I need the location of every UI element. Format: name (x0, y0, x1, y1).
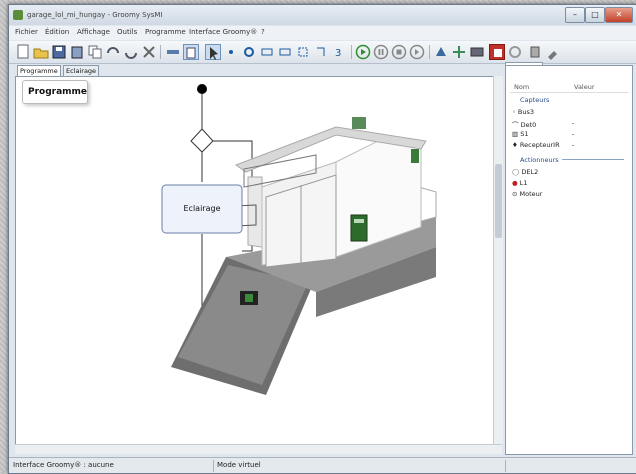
undo-icon[interactable] (105, 44, 121, 60)
variable-value: - (572, 141, 575, 149)
menu-fichier[interactable]: Fichier (15, 28, 38, 36)
program-canvas[interactable]: Programme Eclairage (15, 76, 495, 446)
variable-row[interactable]: ⌒ Det0 (512, 119, 536, 129)
variables-panel: Nom Valeur Capteurs ◦ Bus3 ⌒ Det0 - ▥ S1… (505, 65, 633, 455)
play-icon[interactable] (355, 44, 371, 60)
garage-model-illustration (171, 117, 437, 395)
variable-value: - (572, 119, 575, 127)
scroll-thumb[interactable] (495, 164, 502, 238)
variable-row[interactable]: ▥ S1 (512, 130, 528, 138)
pause-icon[interactable] (373, 44, 389, 60)
variable-row[interactable]: ● L1 (512, 179, 528, 187)
pointer-tool-icon[interactable] (205, 44, 221, 60)
status-bar: Interface Groomy® : aucune Mode virtuel (9, 457, 636, 473)
new-file-icon[interactable] (15, 44, 31, 60)
robot-icon[interactable] (527, 44, 543, 60)
column-value[interactable]: Valeur (574, 83, 595, 91)
app-icon (13, 10, 23, 20)
link-block-icon[interactable] (313, 44, 329, 60)
test-block-icon[interactable] (277, 44, 293, 60)
switch-icon: ▥ (512, 130, 521, 138)
record-icon[interactable] (489, 44, 505, 60)
menu-edition[interactable]: Édition (45, 28, 69, 36)
toolbar-separator (351, 45, 352, 59)
ir-receiver-icon: ♦ (512, 141, 520, 149)
toolbar: 3 (9, 41, 636, 64)
dot-tool-icon[interactable] (223, 44, 239, 60)
open-folder-icon[interactable] (33, 44, 49, 60)
decision-node[interactable] (190, 128, 214, 153)
minimize-button[interactable]: – (565, 7, 585, 23)
menu-programme[interactable]: Programme (145, 28, 186, 36)
start-node[interactable] (197, 84, 207, 94)
canvas-horizontal-scrollbar[interactable] (15, 444, 502, 454)
actuators-group[interactable]: Actionneurs (520, 156, 559, 164)
status-mode: Mode virtuel (217, 461, 261, 469)
maximize-button[interactable]: □ (585, 7, 605, 23)
action-block-label: Eclairage (183, 204, 221, 213)
save-as-icon[interactable] (69, 44, 85, 60)
loop-block-icon[interactable] (295, 44, 311, 60)
interface-icon[interactable] (469, 44, 485, 60)
canvas-vertical-scrollbar[interactable] (493, 76, 503, 444)
sensors-group[interactable]: Capteurs (520, 96, 549, 104)
start-block-icon[interactable] (241, 44, 257, 60)
tools-icon[interactable] (545, 44, 561, 60)
toolbar-separator (160, 45, 161, 59)
led-icon: ◯ (512, 168, 522, 176)
action-block-icon[interactable] (259, 44, 275, 60)
column-name[interactable]: Nom (514, 83, 529, 91)
detector-icon: ⌒ (512, 121, 521, 129)
menu-outils[interactable]: Outils (117, 28, 137, 36)
close-button[interactable]: ✕ (605, 7, 633, 23)
status-interface: Interface Groomy® : aucune (13, 461, 114, 469)
variable-row[interactable]: ♦ RecepteurIR (512, 141, 560, 149)
variable-row[interactable]: ◯ DEL2 (512, 168, 538, 176)
stop-icon[interactable] (391, 44, 407, 60)
window-title: garage_lol_mi_hungay - Groomy SysMI (27, 11, 163, 19)
counter-block-icon[interactable]: 3 (331, 44, 347, 60)
flow-diagram (161, 84, 437, 395)
app-window: garage_lol_mi_hungay - Groomy SysMI – □ … (8, 4, 636, 474)
align-icon[interactable] (165, 44, 181, 60)
view-mode-icon[interactable] (183, 44, 199, 60)
variable-row[interactable]: ⊙ Moteur (512, 190, 542, 198)
title-bar: garage_lol_mi_hungay - Groomy SysMI – □ … (9, 5, 636, 25)
step-icon[interactable] (409, 44, 425, 60)
motor-icon: ⊙ (512, 190, 520, 198)
menu-help[interactable]: ? (261, 28, 265, 36)
menu-affichage[interactable]: Affichage (77, 28, 110, 36)
copy-icon[interactable] (87, 44, 103, 60)
toolbar-separator (429, 45, 430, 59)
menu-bar: Fichier Édition Affichage Outils Program… (9, 26, 636, 40)
menu-interface[interactable]: Interface Groomy® (189, 28, 257, 36)
variable-row[interactable]: ◦ Bus3 (512, 108, 534, 116)
transfer-icon[interactable] (433, 44, 449, 60)
settings-icon[interactable] (507, 44, 523, 60)
redo-icon[interactable] (123, 44, 139, 60)
lamp-icon: ● (512, 179, 520, 187)
delete-icon[interactable] (141, 44, 157, 60)
save-icon[interactable] (51, 44, 67, 60)
network-icon[interactable] (451, 44, 467, 60)
svg-text:3: 3 (335, 48, 341, 59)
variable-value: - (572, 130, 575, 138)
